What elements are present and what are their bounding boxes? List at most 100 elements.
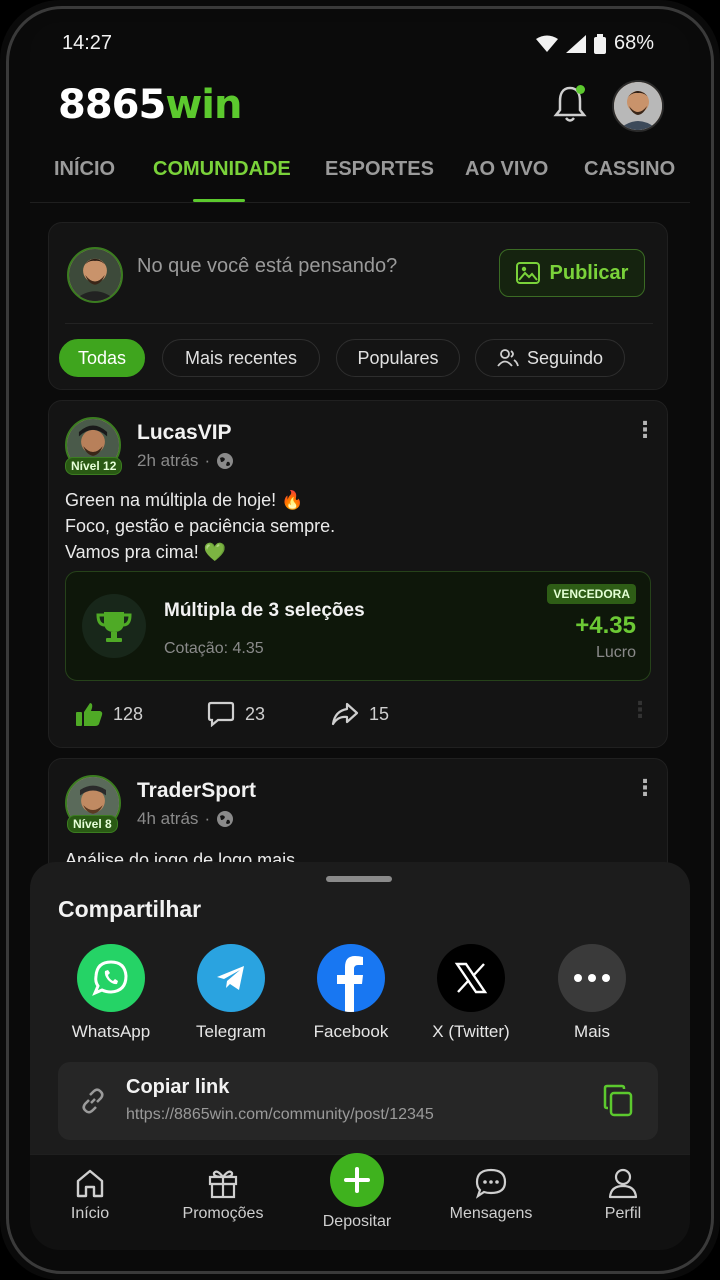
bet-title: Múltipla de 3 seleções	[164, 600, 365, 621]
post-time: 2h atrás	[137, 451, 199, 470]
publish-button[interactable]: Publicar	[499, 249, 645, 297]
share-label: WhatsApp	[71, 1022, 151, 1041]
battery-percent: 68%	[613, 32, 654, 54]
link-icon	[82, 1088, 104, 1114]
copy-link-url: https://8865win.com/community/post/12345	[126, 1106, 434, 1123]
like-count: 128	[113, 703, 144, 724]
profile-avatar[interactable]	[612, 80, 664, 132]
meta-separator: ·	[204, 451, 211, 470]
post-username[interactable]: LucasVIP	[137, 421, 232, 445]
bottom-navigation: Início Promoções Depositar Mensagens Per…	[30, 1153, 690, 1250]
tab-comunidade[interactable]: COMUNIDADE	[153, 158, 291, 181]
main-tabs: INÍCIO COMUNIDADE ESPORTES AO VIVO CASSI…	[30, 150, 690, 203]
thumbs-up-icon	[76, 703, 103, 726]
share-count: 15	[369, 703, 390, 724]
more-options-icon[interactable]: ⋮	[634, 419, 656, 441]
comment-button[interactable]: 23	[207, 701, 265, 727]
status-time: 14:27	[62, 32, 113, 54]
signal-icon	[565, 34, 586, 53]
whatsapp-icon	[77, 944, 145, 1012]
globe-icon	[217, 811, 234, 827]
post-meta: 2h atrás ·	[137, 451, 234, 471]
share-button[interactable]: 15	[331, 701, 389, 727]
comment-icon	[207, 701, 235, 727]
filter-seguindo[interactable]: Seguindo	[475, 339, 625, 377]
share-arrow-icon	[331, 702, 359, 726]
phone-frame: 14:27 68% 8865win INÍCIO COMUNIDADE ESPO…	[0, 0, 720, 1280]
like-button[interactable]: 128	[75, 701, 143, 727]
post-meta: 4h atrás ·	[137, 809, 234, 829]
brand-logo[interactable]: 8865win	[58, 82, 242, 128]
composer-divider	[65, 323, 653, 324]
nav-depositar[interactable]: Depositar	[319, 1153, 395, 1231]
more-horizontal-icon	[558, 944, 626, 1012]
trophy-badge	[82, 594, 146, 658]
share-sheet: Compartilhar WhatsApp Telegram Facebook	[30, 862, 690, 1162]
post-composer: No que você está pensando? Publicar Toda…	[48, 222, 668, 390]
level-badge: Nível 12	[65, 457, 123, 475]
deposit-plus-icon	[330, 1153, 384, 1207]
nav-label: Mensagens	[449, 1205, 533, 1222]
publish-label: Publicar	[549, 261, 629, 284]
filter-seguindo-label: Seguindo	[526, 347, 604, 368]
nav-label: Perfil	[604, 1205, 642, 1222]
nav-perfil[interactable]: Perfil	[600, 1167, 646, 1223]
sheet-drag-handle[interactable]	[326, 876, 392, 882]
post-username[interactable]: TraderSport	[137, 779, 256, 803]
bet-card[interactable]: Múltipla de 3 seleções Cotação: 4.35 VEN…	[65, 571, 651, 681]
share-facebook[interactable]: Facebook	[291, 944, 411, 1042]
x-twitter-icon	[437, 944, 505, 1012]
brand-accent: win	[165, 82, 242, 128]
filter-mais-recentes[interactable]: Mais recentes	[162, 339, 320, 377]
notification-dot	[576, 85, 585, 94]
meta-separator: ·	[204, 809, 211, 828]
post-time: 4h atrás	[137, 809, 199, 828]
copy-icon[interactable]	[602, 1084, 634, 1118]
bet-profit: +4.35	[575, 612, 636, 639]
users-icon	[497, 349, 519, 367]
composer-input[interactable]: No que você está pensando?	[137, 255, 397, 278]
nav-promocoes[interactable]: Promoções	[178, 1167, 268, 1223]
avatar-face-icon	[69, 249, 121, 301]
tab-inicio[interactable]: INÍCIO	[54, 158, 115, 181]
copy-link-row[interactable]: Copiar link https://8865win.com/communit…	[58, 1062, 658, 1140]
bet-odds: Cotação: 4.35	[164, 640, 264, 657]
wifi-icon	[535, 35, 558, 52]
message-icon	[475, 1168, 507, 1199]
filter-todas[interactable]: Todas	[59, 339, 145, 377]
gift-icon	[208, 1170, 238, 1199]
person-icon	[608, 1168, 638, 1199]
trophy-icon	[96, 612, 132, 642]
facebook-icon	[317, 944, 385, 1012]
tab-cassino[interactable]: CASSINO	[584, 158, 675, 181]
status-indicators: 68%	[535, 32, 654, 55]
tab-ao-vivo[interactable]: AO VIVO	[465, 158, 548, 181]
sheet-title: Compartilhar	[58, 896, 202, 922]
image-icon	[515, 262, 540, 284]
winner-badge: VENCEDORA	[547, 584, 636, 604]
share-label: Telegram	[196, 1022, 266, 1041]
nav-label: Início	[70, 1205, 110, 1222]
comment-count: 23	[245, 703, 266, 724]
nav-mensagens[interactable]: Mensagens	[446, 1167, 536, 1223]
filter-populares[interactable]: Populares	[336, 339, 460, 377]
share-x-twitter[interactable]: X (Twitter)	[411, 944, 531, 1042]
bet-profit-label: Lucro	[595, 644, 636, 661]
brand-main: 8865	[58, 82, 166, 128]
nav-label: Depositar	[322, 1213, 392, 1230]
copy-link-title: Copiar link	[126, 1076, 230, 1098]
share-label: Facebook	[313, 1022, 389, 1041]
share-more[interactable]: Mais	[532, 944, 652, 1042]
share-whatsapp[interactable]: WhatsApp	[51, 944, 171, 1042]
share-label: X (Twitter)	[432, 1022, 510, 1041]
post-line-2: Foco, gestão e paciência sempre.	[65, 516, 336, 536]
post-text: Green na múltipla de hoje! 🔥 Foco, gestã…	[65, 487, 335, 565]
share-telegram[interactable]: Telegram	[171, 944, 291, 1042]
nav-inicio[interactable]: Início	[70, 1167, 110, 1223]
more-options-icon[interactable]: ⋮	[634, 777, 656, 799]
level-badge: Nível 8	[67, 815, 118, 833]
home-icon	[76, 1169, 104, 1198]
post-footer-more-icon[interactable]: ⋮	[629, 699, 651, 721]
tab-esportes[interactable]: ESPORTES	[325, 158, 434, 181]
active-tab-indicator	[193, 199, 245, 202]
